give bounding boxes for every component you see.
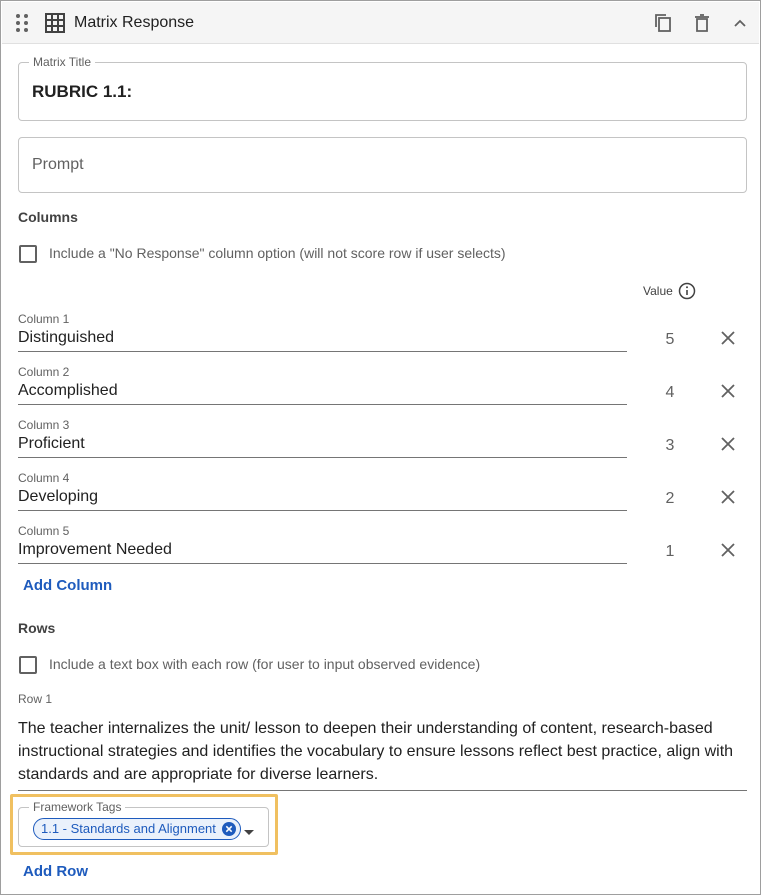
copy-icon: [655, 14, 671, 32]
column-label: Column 3: [18, 418, 70, 432]
close-icon: [721, 543, 735, 557]
framework-tag-chip-label: 1.1 - Standards and Alignment: [41, 821, 216, 836]
no-response-checkbox[interactable]: [19, 245, 37, 263]
no-response-label: Include a "No Response" column option (w…: [49, 245, 506, 261]
close-icon: [721, 437, 735, 451]
column-value[interactable]: 3: [658, 437, 682, 455]
column-row-5: Column 5 Improvement Needed 1: [18, 524, 748, 577]
column-label: Column 2: [18, 365, 70, 379]
info-icon[interactable]: [678, 282, 696, 300]
collapse-button[interactable]: [728, 11, 752, 35]
column-value[interactable]: 5: [658, 331, 682, 349]
columns-heading: Columns: [18, 209, 78, 225]
dropdown-arrow-icon[interactable]: [243, 824, 255, 835]
framework-tags-label: Framework Tags: [29, 800, 126, 814]
remove-column-button[interactable]: [718, 381, 738, 401]
remove-tag-icon[interactable]: [221, 822, 236, 836]
close-icon: [721, 384, 735, 398]
prompt-field[interactable]: Prompt: [18, 137, 747, 193]
column-name-input[interactable]: Distinguished: [18, 326, 627, 352]
framework-tags-field[interactable]: Framework Tags 1.1 - Standards and Align…: [18, 800, 269, 847]
copy-button[interactable]: [651, 11, 675, 35]
grid-icon: [44, 12, 66, 34]
remove-column-button[interactable]: [718, 434, 738, 454]
add-column-button[interactable]: Add Column: [23, 577, 112, 594]
remove-column-button[interactable]: [718, 540, 738, 560]
column-label: Column 1: [18, 312, 70, 326]
column-label: Column 5: [18, 524, 70, 538]
remove-column-button[interactable]: [718, 487, 738, 507]
column-value[interactable]: 2: [658, 490, 682, 508]
column-name-input[interactable]: Proficient: [18, 432, 627, 458]
card-header: Matrix Response: [2, 2, 759, 44]
column-value[interactable]: 1: [658, 543, 682, 561]
matrix-title-field[interactable]: Matrix Title RUBRIC 1.1:: [18, 55, 747, 121]
column-row-1: Column 1 Distinguished 5: [18, 312, 748, 365]
matrix-response-card: Matrix Response Matrix Title RUBRIC 1.1:…: [0, 0, 761, 895]
add-row-button[interactable]: Add Row: [23, 863, 88, 880]
column-row-3: Column 3 Proficient 3: [18, 418, 748, 471]
row-label: Row 1: [18, 692, 53, 706]
drag-handle-icon[interactable]: [15, 13, 29, 33]
close-icon: [721, 331, 735, 345]
column-row-2: Column 2 Accomplished 4: [18, 365, 748, 418]
column-label: Column 4: [18, 471, 70, 485]
rows-heading: Rows: [18, 620, 56, 636]
column-name-input[interactable]: Developing: [18, 485, 627, 511]
value-heading: Value: [643, 284, 673, 298]
row-text-input[interactable]: The teacher internalizes the unit/ lesso…: [18, 717, 747, 791]
text-box-checkbox[interactable]: [19, 656, 37, 674]
column-name-input[interactable]: Improvement Needed: [18, 538, 627, 564]
column-row-4: Column 4 Developing 2: [18, 471, 748, 524]
text-box-label: Include a text box with each row (for us…: [49, 656, 481, 672]
framework-tag-chip[interactable]: 1.1 - Standards and Alignment: [33, 818, 241, 840]
column-value[interactable]: 4: [658, 384, 682, 402]
matrix-title-label: Matrix Title: [29, 55, 96, 69]
delete-icon: [695, 14, 709, 32]
column-name-input[interactable]: Accomplished: [18, 379, 627, 405]
delete-button[interactable]: [690, 11, 714, 35]
remove-column-button[interactable]: [718, 328, 738, 348]
prompt-placeholder: Prompt: [32, 156, 84, 173]
card-title: Matrix Response: [74, 14, 195, 31]
matrix-title-value[interactable]: RUBRIC 1.1:: [32, 82, 132, 102]
close-icon: [721, 490, 735, 504]
chevron-up-icon: [734, 19, 746, 27]
